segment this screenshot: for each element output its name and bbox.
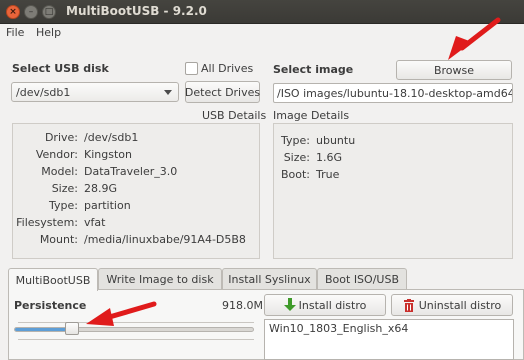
image-details-label: Image Details	[273, 109, 350, 122]
image-path-field[interactable]: /ISO images/lubuntu-18.10-desktop-amd64.…	[273, 83, 513, 103]
persistence-size-value: 918.0M	[222, 299, 263, 312]
maximize-icon: □	[44, 6, 54, 17]
detail-key: Size:	[283, 151, 310, 164]
detail-value: /media/linuxbabe/91A4-D5B8	[84, 233, 246, 246]
persistence-label: Persistence	[14, 299, 87, 312]
uninstall-distro-button[interactable]: Uninstall distro	[391, 294, 513, 316]
all-drives-label: All Drives	[201, 62, 254, 75]
tab-install-syslinux[interactable]: Install Syslinux	[222, 268, 317, 290]
detail-value: 1.6G	[316, 151, 343, 164]
detect-drives-button[interactable]: Detect Drives	[185, 81, 260, 103]
menu-bar: File Help	[0, 24, 524, 42]
tab-multibootusb[interactable]: MultiBootUSB	[8, 268, 98, 291]
menu-file[interactable]: File	[6, 26, 24, 39]
trash-icon	[403, 298, 414, 312]
usb-disk-select[interactable]: /dev/sdb1	[11, 82, 179, 102]
uninstall-distro-label: Uninstall distro	[418, 298, 502, 312]
detail-key: Type:	[281, 134, 310, 147]
detail-value: partition	[84, 199, 131, 212]
close-window-button[interactable]: ×	[6, 5, 20, 19]
title-bar: × – □ MultiBootUSB - 9.2.0	[0, 0, 524, 24]
detail-key: Boot:	[280, 168, 310, 181]
chevron-down-icon	[164, 90, 172, 95]
menu-help[interactable]: Help	[36, 26, 61, 39]
slider-bottom-rule	[18, 339, 254, 340]
tab-boot-iso-usb[interactable]: Boot ISO/USB	[317, 268, 407, 290]
persistence-slider[interactable]	[14, 327, 254, 332]
detail-key: Filesystem:	[16, 216, 78, 229]
list-item[interactable]: Win10_1803_English_x64	[269, 322, 509, 335]
detail-value: 28.9G	[84, 182, 118, 195]
minimize-window-button[interactable]: –	[24, 5, 38, 19]
select-usb-disk-label: Select USB disk	[12, 62, 109, 75]
slider-top-rule	[18, 322, 254, 323]
detail-key: Size:	[51, 182, 78, 195]
install-distro-button[interactable]: Install distro	[264, 294, 386, 316]
browse-button[interactable]: Browse	[396, 60, 512, 80]
detail-key: Type:	[49, 199, 78, 212]
detail-key: Mount:	[39, 233, 78, 246]
window-title: MultiBootUSB - 9.2.0	[66, 4, 207, 18]
tab-write-image-to-disk[interactable]: Write Image to disk	[98, 268, 222, 290]
maximize-window-button[interactable]: □	[42, 5, 56, 19]
minimize-icon: –	[28, 6, 34, 17]
close-icon: ×	[9, 6, 17, 17]
usb-details-label: USB Details	[202, 109, 267, 122]
detail-value: vfat	[84, 216, 106, 229]
install-distro-label: Install distro	[298, 298, 367, 312]
download-arrow-icon	[283, 298, 296, 311]
detail-value: ubuntu	[316, 134, 356, 147]
select-image-label: Select image	[273, 63, 354, 76]
persistence-slider-handle[interactable]	[64, 322, 79, 335]
all-drives-checkbox[interactable]	[185, 62, 198, 75]
usb-disk-select-value: /dev/sdb1	[16, 85, 71, 99]
persistence-slider-fill	[15, 328, 73, 331]
installed-distros-list[interactable]: Win10_1803_English_x64	[264, 319, 514, 360]
detail-value: True	[316, 168, 340, 181]
